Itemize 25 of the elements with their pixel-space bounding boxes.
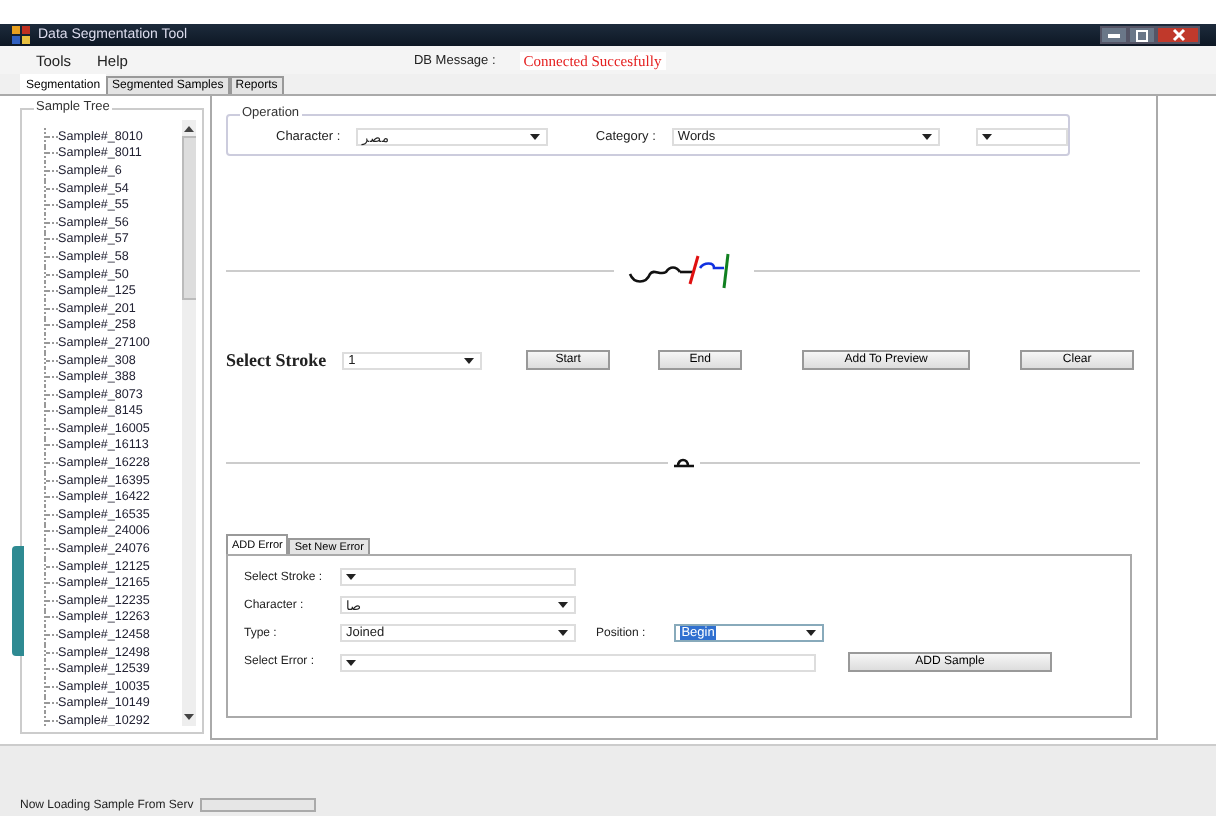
caret-icon — [464, 357, 475, 363]
caret-icon — [805, 630, 816, 636]
caret-icon — [558, 630, 568, 636]
stroke-dropdown[interactable] — [340, 568, 576, 586]
maximize-icon — [1136, 29, 1148, 41]
caret-icon — [346, 659, 356, 665]
caret-icon — [921, 134, 932, 140]
dropdown[interactable] — [975, 128, 1068, 146]
scroll-up-icon — [184, 126, 194, 132]
select-stroke-label: Select Stroke — [226, 350, 327, 370]
caret-icon — [981, 134, 992, 140]
handwriting-drawing — [671, 456, 695, 468]
background-window-edge — [12, 546, 24, 656]
caret-icon — [558, 602, 568, 608]
scroll-down-icon — [184, 714, 194, 720]
caret-icon — [346, 574, 356, 580]
maximize-button[interactable] — [1128, 26, 1156, 44]
minimize-button[interactable] — [1100, 26, 1128, 44]
close-icon — [1171, 28, 1185, 42]
minimize-icon — [1108, 33, 1120, 37]
error-dropdown[interactable] — [340, 653, 816, 671]
scrollbar[interactable] — [182, 120, 196, 726]
app-icon — [12, 26, 30, 44]
caret-icon — [529, 134, 540, 140]
close-button[interactable] — [1156, 26, 1200, 44]
